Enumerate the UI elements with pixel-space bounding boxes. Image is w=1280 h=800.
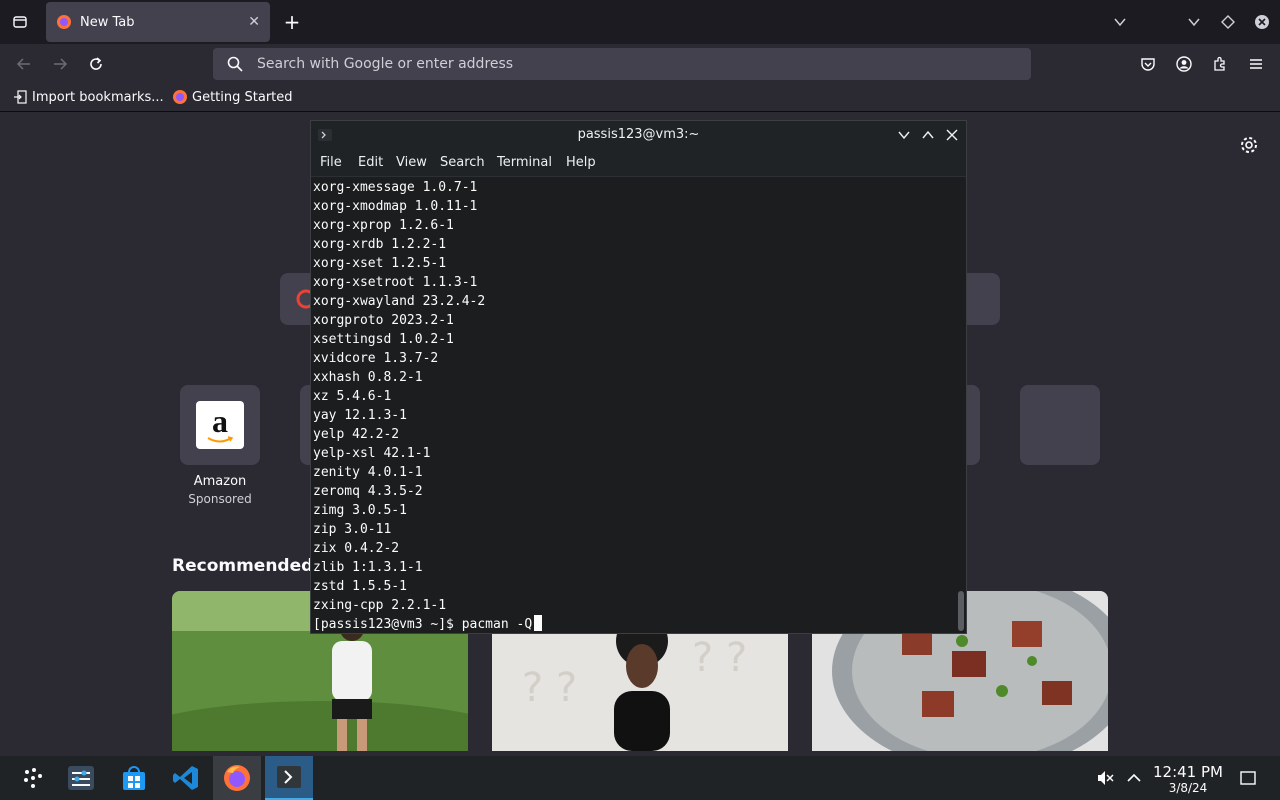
maximize-icon[interactable] [1218, 12, 1238, 32]
output-line: zxing-cpp 2.2.1-1 [313, 598, 447, 613]
scrollbar-thumb[interactable] [958, 591, 964, 631]
pocket-icon[interactable] [1136, 52, 1160, 76]
show-desktop-icon[interactable] [1238, 768, 1258, 788]
shortcut-empty[interactable] [1020, 385, 1100, 465]
output-line: zip 3.0-11 [313, 522, 392, 537]
output-line: xorg-xrdb 1.2.2-1 [313, 237, 447, 252]
terminal-title: passis123@vm3:~ [577, 127, 700, 142]
command-prompt[interactable]: [passis123@vm3 ~]$ pacman -Q [313, 615, 953, 633]
output-line: zstd 1.5.5-1 [313, 579, 407, 594]
back-icon[interactable] [12, 52, 36, 76]
new-tab-button[interactable]: + [280, 10, 304, 34]
terminal-titlebar[interactable]: passis123@vm3:~ [311, 121, 966, 149]
minimize-icon[interactable] [894, 125, 914, 145]
minimize-icon[interactable] [1184, 12, 1204, 32]
browser-tab-bar: New Tab ✕ + [0, 0, 1280, 44]
svg-text:? ?: ? ? [692, 635, 747, 681]
bookmark-label: Getting Started [192, 89, 293, 105]
forward-icon[interactable] [48, 52, 72, 76]
menu-icon[interactable] [1244, 52, 1268, 76]
app-launcher-icon[interactable] [9, 756, 57, 800]
output-line: xz 5.4.6-1 [313, 389, 392, 404]
menu-edit[interactable]: Edit [358, 155, 383, 170]
discover-store-icon[interactable] [110, 756, 158, 800]
bookmark-label: Import bookmarks... [32, 89, 164, 105]
clock-time[interactable]: 12:41 PM [1152, 763, 1224, 781]
tab-new-tab[interactable]: New Tab ✕ [46, 2, 270, 42]
taskbar-firefox[interactable] [213, 756, 261, 800]
firefox-view-icon[interactable] [8, 10, 32, 34]
close-tab-icon[interactable]: ✕ [248, 14, 260, 30]
terminal-scrollbar[interactable] [956, 177, 966, 633]
firefox-icon [57, 15, 71, 29]
reload-icon[interactable] [84, 52, 108, 76]
list-all-tabs-icon[interactable] [1110, 12, 1130, 32]
terminal-output[interactable]: xorg-xmessage 1.0.7-1 xorg-xmodmap 1.0.1… [313, 177, 953, 633]
show-hidden-icons-icon[interactable] [1124, 768, 1144, 788]
output-line: yelp 42.2-2 [313, 427, 400, 442]
extensions-icon[interactable] [1208, 52, 1232, 76]
output-line: xorg-xprop 1.2.6-1 [313, 218, 454, 233]
output-line: yay 12.1.3-1 [313, 408, 407, 423]
gear-icon[interactable] [1238, 134, 1260, 156]
shortcut-sponsored-label: Sponsored [188, 492, 252, 506]
shortcut-amazon[interactable]: a [180, 385, 260, 465]
output-line: xsettingsd 1.0.2-1 [313, 332, 454, 347]
terminal-window[interactable]: passis123@vm3:~ File Edit View Search Te… [310, 120, 967, 634]
output-line: zenity 4.0.1-1 [313, 465, 423, 480]
menu-file[interactable]: File [320, 155, 342, 170]
menu-help[interactable]: Help [566, 155, 596, 170]
output-line: xorg-xset 1.2.5-1 [313, 256, 447, 271]
bookmark-import[interactable]: Import bookmarks... [12, 89, 164, 105]
tab-title: New Tab [80, 14, 135, 30]
output-line: zlib 1:1.3.1-1 [313, 560, 423, 575]
address-bar-placeholder: Search with Google or enter address [257, 56, 514, 72]
menu-view[interactable]: View [396, 155, 427, 170]
terminal-icon [277, 766, 301, 788]
vscode-icon[interactable] [162, 756, 210, 800]
output-line: xxhash 0.8.2-1 [313, 370, 423, 385]
svg-text:? ?: ? ? [522, 665, 577, 711]
amazon-icon: a [196, 401, 244, 449]
output-line: xorg-xsetroot 1.1.3-1 [313, 275, 478, 290]
output-line: zeromq 4.3.5-2 [313, 484, 423, 499]
firefox-icon [172, 89, 188, 105]
clock-date[interactable]: 3/8/24 [1152, 781, 1224, 795]
search-icon [227, 56, 243, 72]
menu-terminal[interactable]: Terminal [497, 155, 552, 170]
navigation-toolbar: Search with Google or enter address [0, 44, 1280, 84]
output-line: xorg-xmodmap 1.0.11-1 [313, 199, 478, 214]
output-line: xorg-xmessage 1.0.7-1 [313, 180, 478, 195]
menu-search[interactable]: Search [440, 155, 485, 170]
firefox-icon [224, 765, 250, 791]
output-line: xorg-xwayland 23.2.4-2 [313, 294, 486, 309]
import-icon [12, 89, 28, 105]
taskbar: 12:41 PM 3/8/24 [0, 756, 1280, 800]
bookmark-getting-started[interactable]: Getting Started [172, 89, 293, 105]
bookmarks-toolbar: Import bookmarks... Getting Started [0, 84, 1280, 112]
close-window-icon[interactable] [1252, 12, 1272, 32]
output-line: yelp-xsl 42.1-1 [313, 446, 431, 461]
taskbar-terminal[interactable] [265, 756, 313, 800]
output-line: xorgproto 2023.2-1 [313, 313, 454, 328]
maximize-icon[interactable] [918, 125, 938, 145]
text-cursor [534, 615, 543, 631]
output-line: zix 0.4.2-2 [313, 541, 400, 556]
terminal-menubar: File Edit View Search Terminal Help [311, 149, 966, 177]
close-icon[interactable] [942, 125, 962, 145]
shortcut-label: Amazon [193, 474, 247, 489]
system-settings-icon[interactable] [57, 756, 105, 800]
account-icon[interactable] [1172, 52, 1196, 76]
volume-muted-icon[interactable] [1095, 768, 1115, 788]
recommended-heading: Recommended b [172, 556, 332, 576]
output-line: xvidcore 1.3.7-2 [313, 351, 439, 366]
address-bar[interactable]: Search with Google or enter address [213, 48, 1031, 80]
prompt-text: [passis123@vm3 ~]$ pacman -Q [313, 617, 533, 632]
output-line: zimg 3.0.5-1 [313, 503, 407, 518]
